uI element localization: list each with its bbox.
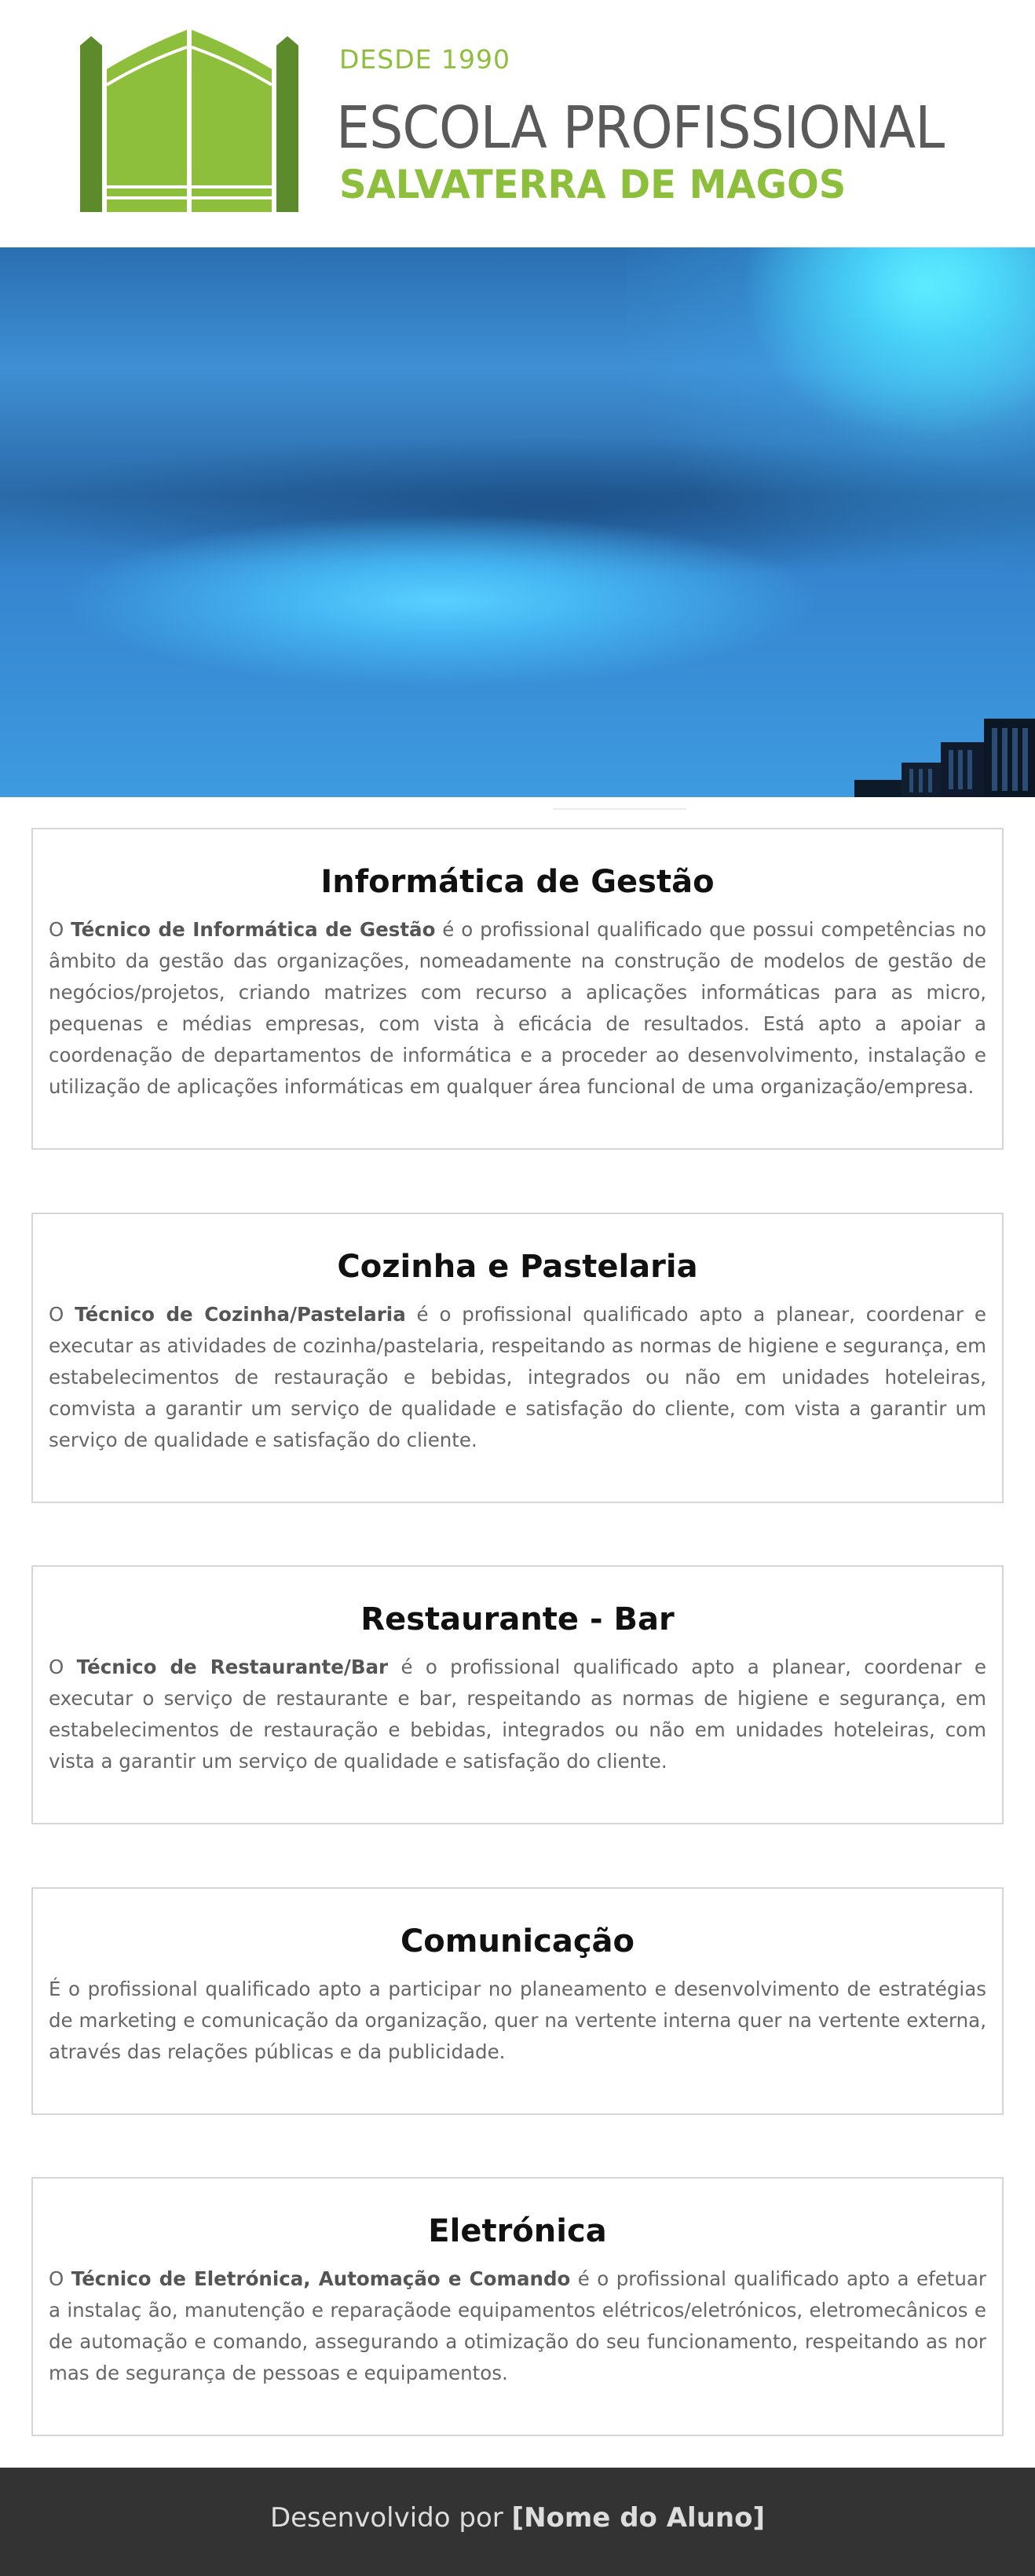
site-footer: Desenvolvido por [Nome do Aluno] bbox=[0, 2468, 1035, 2576]
course-description: É o profissional qualificado apto a part… bbox=[49, 1978, 986, 2063]
course-title: Informática de Gestão bbox=[320, 864, 715, 900]
footer-author: [Nome do Aluno] bbox=[511, 2502, 766, 2534]
hero-glow bbox=[627, 247, 1035, 577]
course-description: O Técnico de Informática de Gestão é o p… bbox=[49, 918, 987, 1098]
hero-divider bbox=[553, 808, 686, 810]
course-role: Técnico de Informática de Gestão bbox=[71, 918, 436, 941]
course-card: Cozinha e Pastelaria O Técnico de Cozinh… bbox=[31, 1213, 1004, 1503]
footer-credit: Desenvolvido por [Nome do Aluno] bbox=[269, 2502, 766, 2534]
course-role: Técnico de Restaurante/Bar bbox=[76, 1656, 389, 1678]
course-card: Comunicação É o profissional qualificado… bbox=[31, 1887, 1004, 2115]
server-racks-image bbox=[854, 719, 1035, 797]
course-description: O Técnico de Cozinha/Pastelaria é o prof… bbox=[49, 1303, 986, 1451]
course-title: Eletrónica bbox=[428, 2213, 607, 2249]
site-header: DESDE 1990 ESCOLA PROFISSIONAL SALVATERR… bbox=[0, 0, 1035, 247]
logo-school-place: SALVATERRA DE MAGOS bbox=[339, 162, 847, 207]
course-description: O Técnico de Eletrónica, Automação e Com… bbox=[49, 2267, 986, 2384]
logo-school-name: ESCOLA PROFISSIONAL bbox=[336, 94, 945, 162]
course-title: Restaurante - Bar bbox=[360, 1601, 675, 1637]
course-title: Comunicação bbox=[400, 1923, 635, 1959]
course-role: Técnico de Cozinha/Pastelaria bbox=[75, 1303, 406, 1326]
course-card: Informática de Gestão O Técnico de Infor… bbox=[31, 828, 1004, 1150]
course-role: Técnico de Eletrónica, Automação e Coman… bbox=[71, 2267, 571, 2290]
gate-icon bbox=[80, 30, 298, 212]
course-card: Restaurante - Bar O Técnico de Restauran… bbox=[31, 1565, 1004, 1824]
logo-since: DESDE 1990 bbox=[339, 44, 510, 75]
course-title: Cozinha e Pastelaria bbox=[337, 1249, 698, 1285]
course-description: O Técnico de Restaurante/Bar é o profiss… bbox=[49, 1656, 986, 1773]
course-card: Eletrónica O Técnico de Eletrónica, Auto… bbox=[31, 2177, 1004, 2436]
hero-banner bbox=[0, 247, 1035, 797]
